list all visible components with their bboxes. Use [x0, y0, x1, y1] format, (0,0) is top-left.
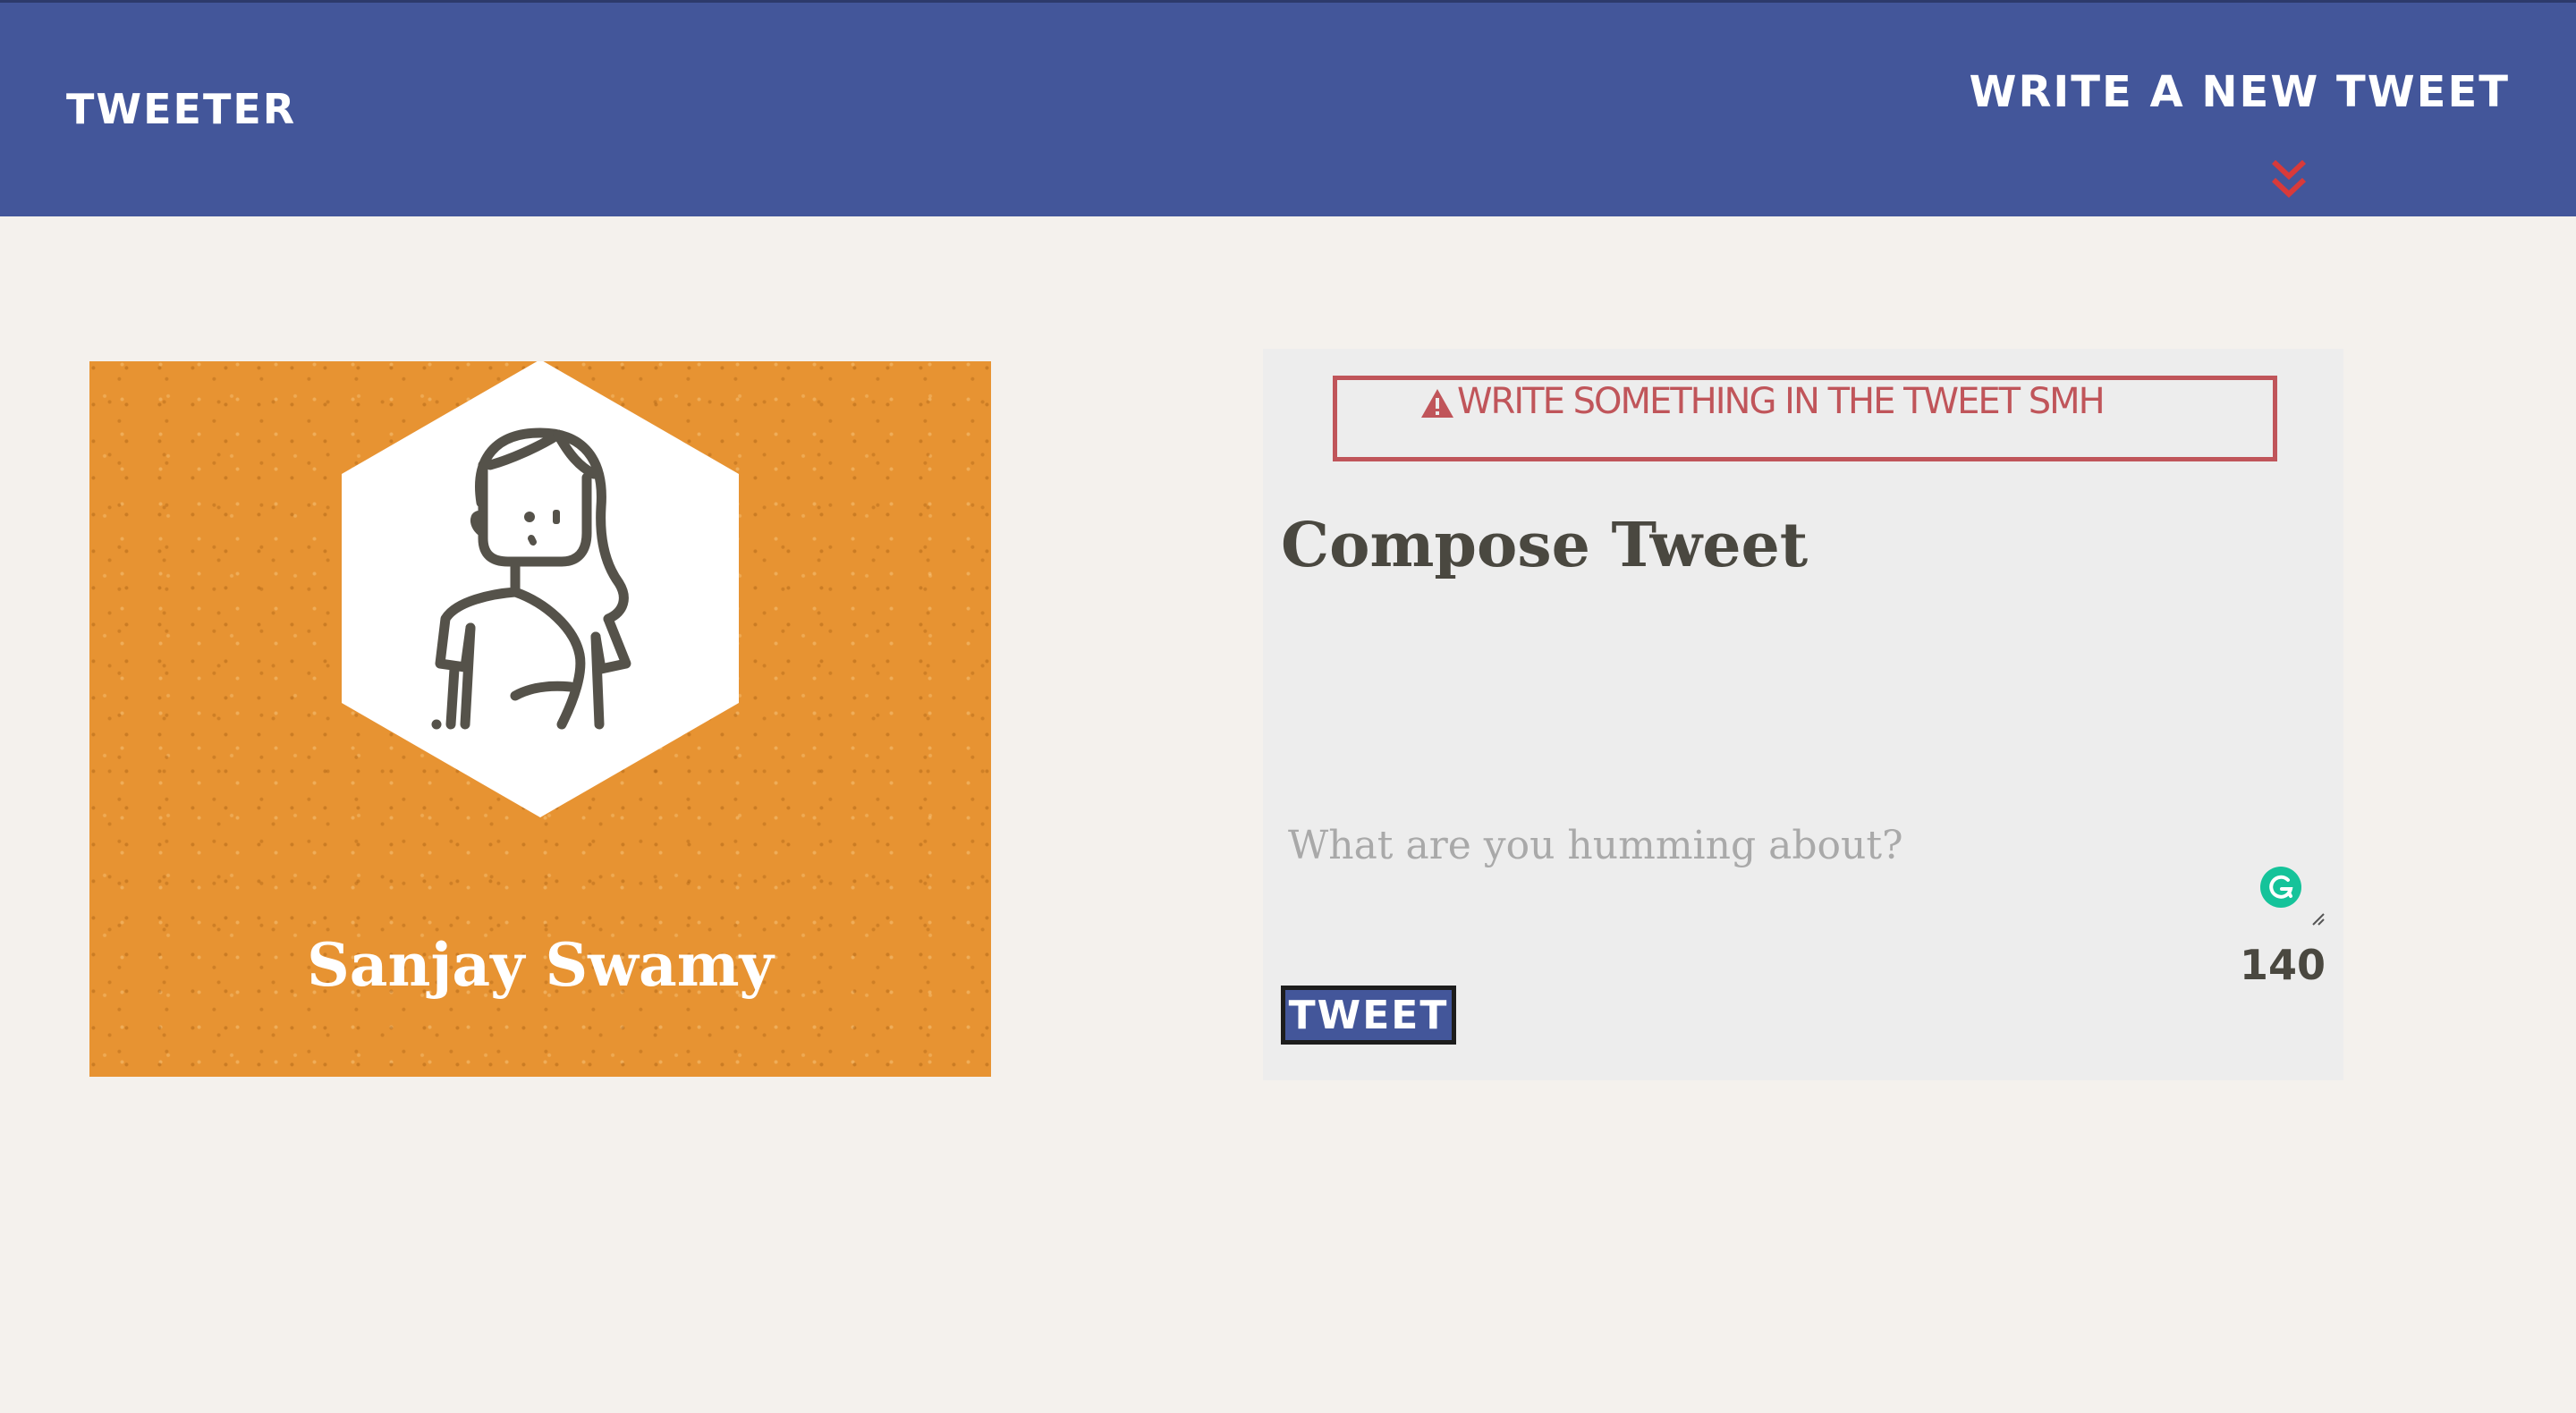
top-navbar: Tweeter Write a new tweet [0, 0, 2576, 216]
app-brand[interactable]: Tweeter [66, 85, 296, 133]
write-new-tweet-toggle[interactable]: Write a new tweet [1970, 58, 2510, 210]
tweet-submit-button[interactable]: Tweet [1281, 986, 1456, 1045]
profile-card: Sanjay Swamy [89, 361, 991, 1077]
profile-name: Sanjay Swamy [307, 930, 774, 1000]
compose-tweet-title: Compose Tweet [1281, 510, 1809, 581]
character-counter: 140 [2239, 941, 2326, 989]
chevron-double-down-icon[interactable] [2268, 157, 2309, 199]
avatar-icon [342, 361, 739, 817]
error-message-text: Write something in the tweet smh [1457, 381, 2106, 422]
tweet-text-input[interactable] [1277, 823, 2333, 930]
compose-tweet-panel: Write something in the tweet smh Compose… [1263, 349, 2343, 1080]
grammarly-icon[interactable] [2259, 866, 2302, 909]
resize-grip-icon[interactable] [2309, 910, 2326, 926]
write-new-tweet-label[interactable]: Write a new tweet [1970, 67, 2511, 117]
error-message-box: Write something in the tweet smh [1333, 376, 2277, 461]
